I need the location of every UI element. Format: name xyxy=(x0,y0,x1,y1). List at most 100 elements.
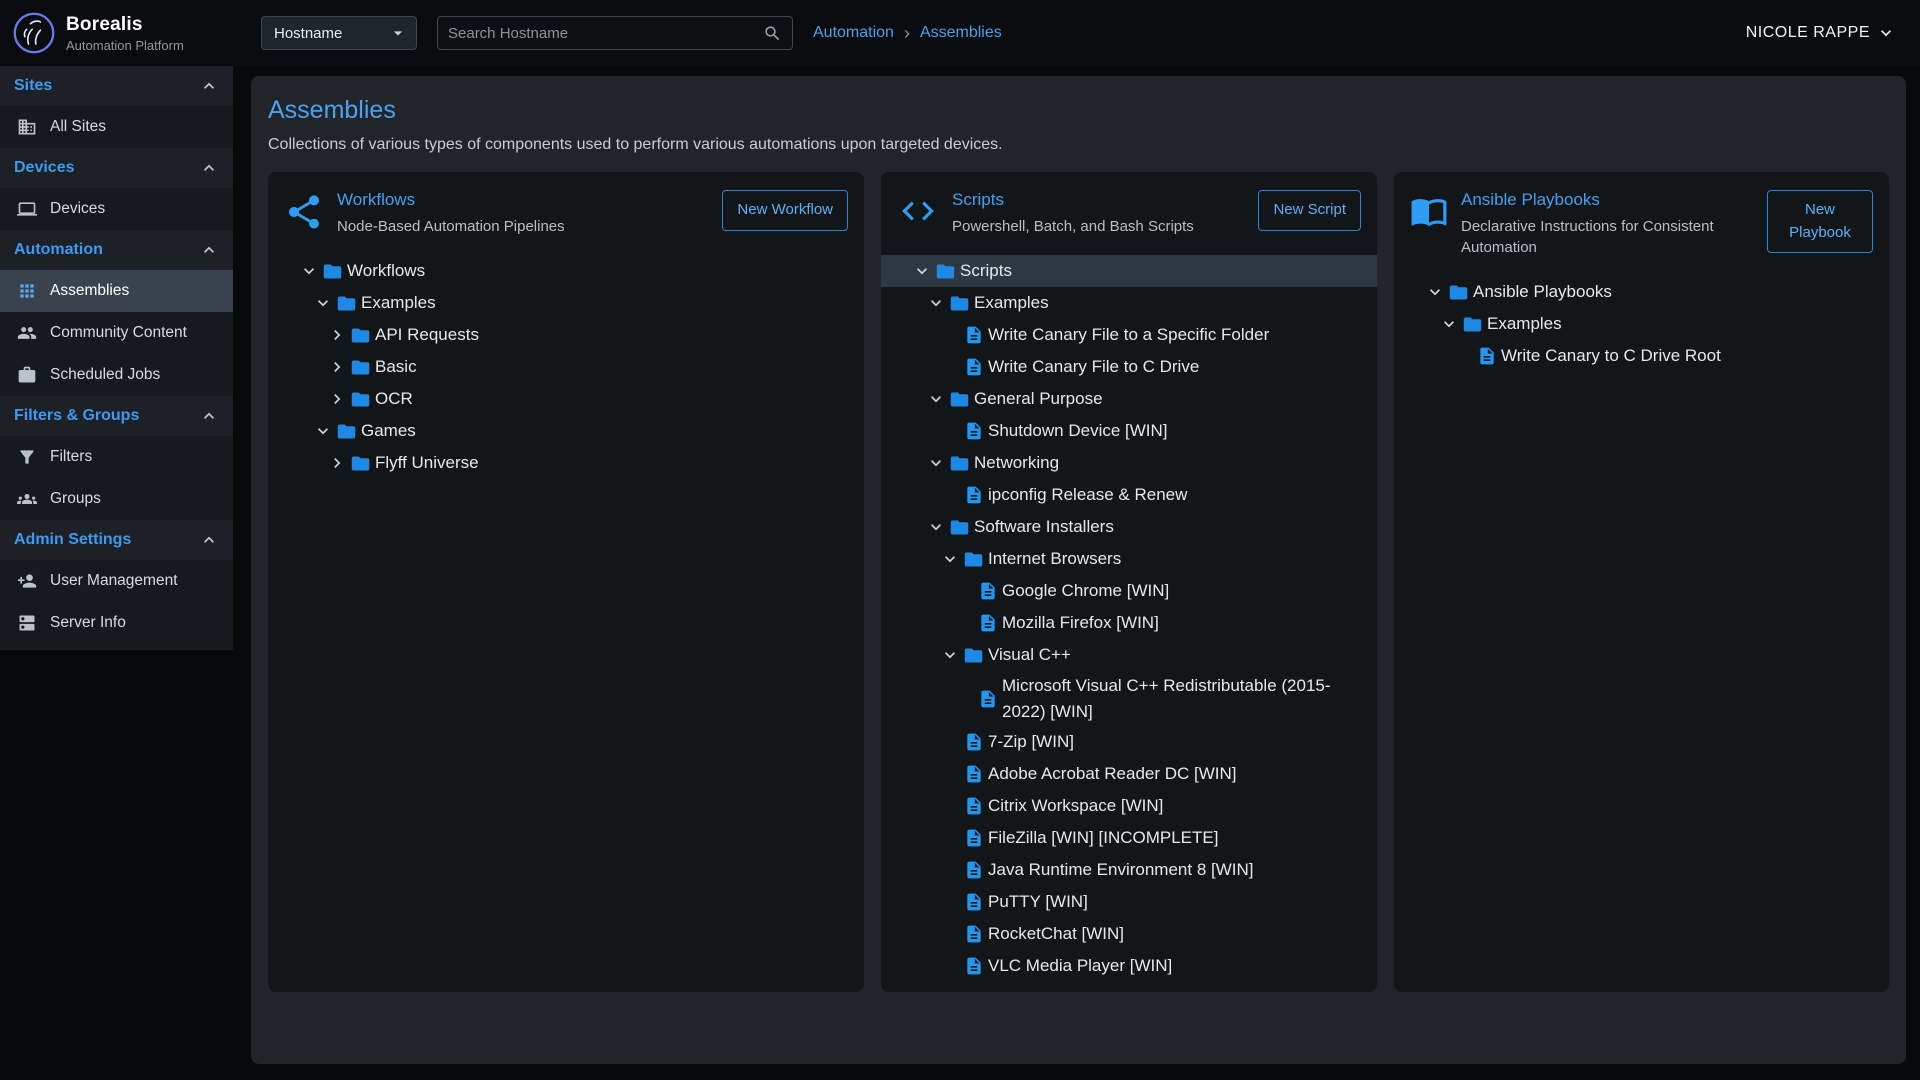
tree-file-item[interactable]: Write Canary to C Drive Root xyxy=(1394,340,1889,372)
brand: Borealis Automation Platform xyxy=(0,11,233,55)
tree-file-item[interactable]: Java Runtime Environment 8 [WIN] xyxy=(881,854,1377,886)
tree-folder-item[interactable]: Workflows xyxy=(268,255,864,287)
tree-folder-item[interactable]: Basic xyxy=(268,351,864,383)
tree-folder-item[interactable]: API Requests xyxy=(268,319,864,351)
chevron-down-icon xyxy=(925,453,947,473)
search-input[interactable] xyxy=(448,25,763,42)
chevron-down-icon xyxy=(925,517,947,537)
sidebar-item-filters[interactable]: Filters xyxy=(0,436,233,478)
sidebar-section-sites[interactable]: Sites xyxy=(0,66,233,106)
tree-item-label: Write Canary File to a Specific Folder xyxy=(986,322,1269,348)
folder-icon xyxy=(334,421,359,442)
tree-folder-item[interactable]: Scripts xyxy=(881,255,1377,287)
chevron-down-icon xyxy=(312,293,334,313)
card-title: Workflows xyxy=(337,190,709,210)
new-playbook-button[interactable]: New Playbook xyxy=(1767,190,1873,253)
sidebar: SitesAll SitesDevicesDevicesAutomationAs… xyxy=(0,66,233,650)
tree-folder-item[interactable]: Internet Browsers xyxy=(881,543,1377,575)
chevron-down-icon xyxy=(925,389,947,409)
tree-folder-item[interactable]: Ansible Playbooks xyxy=(1394,276,1889,308)
tree-file-item[interactable]: FileZilla [WIN] [INCOMPLETE] xyxy=(881,822,1377,854)
sites-icon xyxy=(17,117,37,137)
tree-item-label: Shutdown Device [WIN] xyxy=(986,418,1168,444)
breadcrumb-automation[interactable]: Automation xyxy=(813,24,894,42)
hostname-dropdown[interactable]: Hostname xyxy=(261,16,417,50)
tree-item-label: Examples xyxy=(972,290,1049,316)
tree-folder-item[interactable]: Examples xyxy=(1394,308,1889,340)
sidebar-item-label: Server Info xyxy=(50,614,126,632)
devices-icon xyxy=(17,199,37,219)
tree-folder-item[interactable]: Examples xyxy=(268,287,864,319)
tree-file-item[interactable]: Write Canary File to a Specific Folder xyxy=(881,319,1377,351)
tree-folder-item[interactable]: General Purpose xyxy=(881,383,1377,415)
sidebar-section-automation[interactable]: Automation xyxy=(0,230,233,270)
tree-folder-item[interactable]: Visual C++ xyxy=(881,639,1377,671)
sidebar-item-user-management[interactable]: User Management xyxy=(0,560,233,602)
tree-file-item[interactable]: Adobe Acrobat Reader DC [WIN] xyxy=(881,758,1377,790)
tree-folder-item[interactable]: Games xyxy=(268,415,864,447)
tree-folder-item[interactable]: Software Installers xyxy=(881,511,1377,543)
sidebar-item-label: Community Content xyxy=(50,324,187,342)
caret-down-icon xyxy=(388,23,408,43)
tree-file-item[interactable]: Google Chrome [WIN] xyxy=(881,575,1377,607)
new-script-button[interactable]: New Script xyxy=(1258,190,1361,231)
file-icon xyxy=(961,485,986,505)
tree-file-item[interactable]: Microsoft Visual C++ Redistributable (20… xyxy=(881,671,1377,726)
tree-file-item[interactable]: Citrix Workspace [WIN] xyxy=(881,790,1377,822)
tree-file-item[interactable]: ipconfig Release & Renew xyxy=(881,479,1377,511)
tree-folder-item[interactable]: OCR xyxy=(268,383,864,415)
tree-folder-item[interactable]: Flyff Universe xyxy=(268,447,864,479)
tree-file-item[interactable]: RocketChat [WIN] xyxy=(881,918,1377,950)
server-icon xyxy=(17,613,37,633)
folder-icon xyxy=(947,517,972,538)
tree-item-label: Microsoft Visual C++ Redistributable (20… xyxy=(1000,673,1365,724)
sidebar-item-groups[interactable]: Groups xyxy=(0,478,233,520)
tree-file-item[interactable]: Shutdown Device [WIN] xyxy=(881,415,1377,447)
breadcrumb: Automation › Assemblies xyxy=(813,24,1002,42)
page-description: Collections of various types of componen… xyxy=(268,136,1889,154)
chevron-up-icon xyxy=(199,406,219,426)
sidebar-item-scheduled-jobs[interactable]: Scheduled Jobs xyxy=(0,354,233,396)
tree-item-label: Basic xyxy=(373,354,417,380)
tree-folder-item[interactable]: Networking xyxy=(881,447,1377,479)
new-workflow-button[interactable]: New Workflow xyxy=(722,190,848,231)
tree-file-item[interactable]: Write Canary File to C Drive xyxy=(881,351,1377,383)
folder-icon xyxy=(1460,314,1485,335)
sidebar-item-all-sites[interactable]: All Sites xyxy=(0,106,233,148)
tree-item-label: OCR xyxy=(373,386,413,412)
search-icon[interactable] xyxy=(763,24,782,43)
sidebar-section-filters-groups[interactable]: Filters & Groups xyxy=(0,396,233,436)
tree-item-label: Internet Browsers xyxy=(986,546,1121,572)
sidebar-item-assemblies[interactable]: Assemblies xyxy=(0,270,233,312)
tree-item-label: ipconfig Release & Renew xyxy=(986,482,1187,508)
tree-file-item[interactable]: 7-Zip [WIN] xyxy=(881,726,1377,758)
file-icon xyxy=(1474,346,1499,366)
page-title: Assemblies xyxy=(268,96,1889,125)
user-menu[interactable]: NICOLE RAPPE xyxy=(1746,23,1896,43)
chevron-down-icon xyxy=(939,549,961,569)
tree-file-item[interactable]: Mozilla Firefox [WIN] xyxy=(881,607,1377,639)
assemblies-icon xyxy=(17,281,37,301)
sidebar-item-devices[interactable]: Devices xyxy=(0,188,233,230)
folder-icon xyxy=(947,453,972,474)
sidebar-item-label: User Management xyxy=(50,572,178,590)
workflows-tree: WorkflowsExamplesAPI Requests Basic OCR Gam… xyxy=(268,255,864,479)
folder-icon xyxy=(1446,282,1471,303)
borealis-logo xyxy=(12,11,56,55)
sidebar-section-devices[interactable]: Devices xyxy=(0,148,233,188)
file-icon xyxy=(961,956,986,976)
breadcrumb-assemblies[interactable]: Assemblies xyxy=(920,24,1002,42)
tree-folder-item[interactable]: Examples xyxy=(881,287,1377,319)
ansible-playbooks-card: Ansible Playbooks Declarative Instructio… xyxy=(1394,172,1889,992)
sidebar-item-server-info[interactable]: Server Info xyxy=(0,602,233,644)
filters-icon xyxy=(17,447,37,467)
card-subtitle: Node-Based Automation Pipelines xyxy=(337,216,709,237)
sidebar-item-community-content[interactable]: Community Content xyxy=(0,312,233,354)
sidebar-item-label: Assemblies xyxy=(50,282,129,300)
tree-item-label: PuTTY [WIN] xyxy=(986,889,1088,915)
tree-file-item[interactable]: PuTTY [WIN] xyxy=(881,886,1377,918)
tree-file-item[interactable]: VLC Media Player [WIN] xyxy=(881,950,1377,982)
folder-icon xyxy=(348,389,373,410)
sidebar-section-admin-settings[interactable]: Admin Settings xyxy=(0,520,233,560)
tree-item-label: Software Installers xyxy=(972,514,1114,540)
